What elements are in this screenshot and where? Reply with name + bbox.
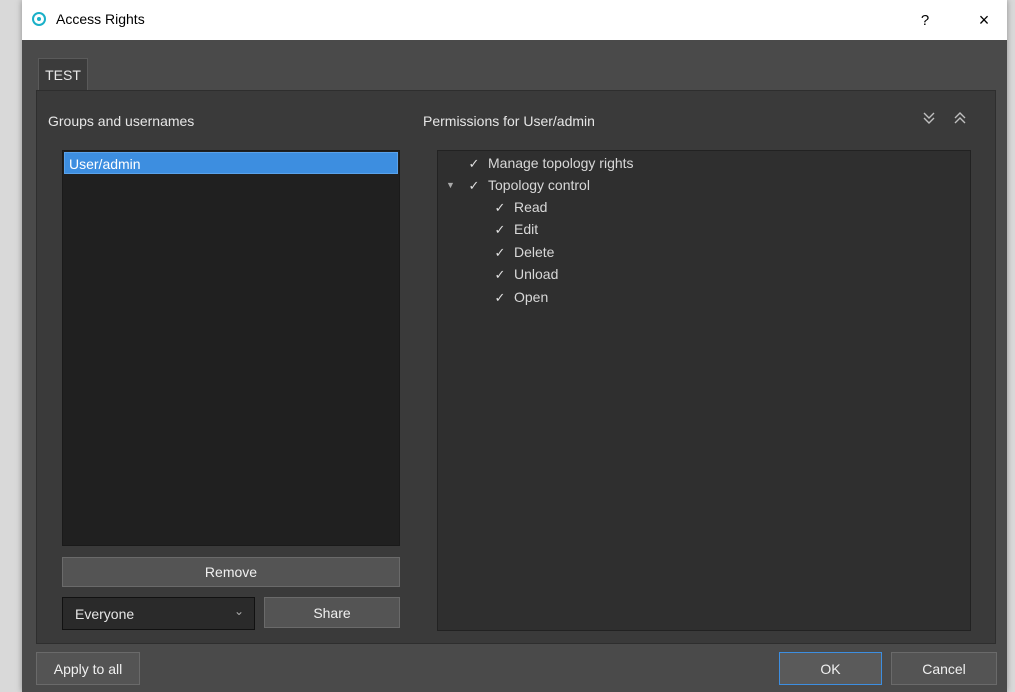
tree-item-unload[interactable]: ✓ Unload bbox=[492, 263, 559, 286]
tree-item-label: Edit bbox=[514, 221, 539, 237]
tab-strip: TEST bbox=[22, 40, 1007, 90]
window-title: Access Rights bbox=[56, 11, 145, 27]
group-select[interactable]: Everyone ⌄ bbox=[62, 597, 255, 630]
group-select-value: Everyone bbox=[75, 606, 135, 622]
checkbox-checked-icon[interactable]: ✓ bbox=[492, 264, 508, 286]
permissions-tree: ✓ Manage topology rights ▼ ✓ Topology cont… bbox=[437, 150, 971, 631]
tree-item-label: Open bbox=[514, 289, 549, 305]
tree-item-label: Unload bbox=[514, 266, 559, 282]
checkbox-checked-icon[interactable]: ✓ bbox=[466, 175, 482, 197]
tab-test[interactable]: TEST bbox=[38, 58, 88, 90]
tree-item-open[interactable]: ✓ Open bbox=[492, 286, 549, 309]
tree-item-label: Topology control bbox=[488, 177, 590, 193]
app-icon bbox=[32, 12, 46, 26]
list-item[interactable]: User/admin bbox=[64, 152, 398, 174]
title-bar: Access Rights ? × bbox=[22, 0, 1007, 40]
expand-arrow-icon[interactable]: ▼ bbox=[446, 174, 455, 196]
apply-to-all-button[interactable]: Apply to all bbox=[36, 652, 140, 685]
remove-button[interactable]: Remove bbox=[62, 557, 400, 587]
tab-pane: Groups and usernames User/admin Remove E… bbox=[36, 90, 996, 644]
ok-button[interactable]: OK bbox=[779, 652, 882, 685]
access-rights-dialog: Access Rights ? × TEST Groups and userna… bbox=[22, 0, 1007, 692]
tree-item-label: Delete bbox=[514, 244, 555, 260]
cancel-button[interactable]: Cancel bbox=[891, 652, 997, 685]
checkbox-checked-icon[interactable]: ✓ bbox=[492, 242, 508, 264]
checkbox-checked-icon[interactable]: ✓ bbox=[466, 153, 482, 175]
chevron-down-icon: ⌄ bbox=[233, 604, 244, 618]
tree-item-edit[interactable]: ✓ Edit bbox=[492, 218, 539, 241]
tree-item-manage-topology-rights[interactable]: ✓ Manage topology rights bbox=[466, 152, 634, 174]
close-button[interactable]: × bbox=[961, 0, 1007, 40]
user-list[interactable]: User/admin bbox=[62, 150, 400, 546]
checkbox-checked-icon[interactable]: ✓ bbox=[492, 219, 508, 241]
expand-all-icon[interactable] bbox=[921, 109, 937, 127]
tree-item-topology-control[interactable]: ▼ ✓ Topology control bbox=[438, 174, 590, 196]
tree-item-label: Read bbox=[514, 199, 548, 215]
help-button[interactable]: ? bbox=[902, 0, 948, 40]
checkbox-checked-icon[interactable]: ✓ bbox=[492, 197, 508, 219]
tree-item-read[interactable]: ✓ Read bbox=[492, 196, 548, 219]
share-button[interactable]: Share bbox=[264, 597, 400, 628]
tree-item-delete[interactable]: ✓ Delete bbox=[492, 241, 555, 264]
permissions-label: Permissions for User/admin bbox=[423, 113, 595, 129]
tree-item-label: Manage topology rights bbox=[488, 155, 634, 171]
groups-label: Groups and usernames bbox=[48, 113, 195, 129]
collapse-all-icon[interactable] bbox=[952, 109, 968, 127]
checkbox-checked-icon[interactable]: ✓ bbox=[492, 287, 508, 309]
